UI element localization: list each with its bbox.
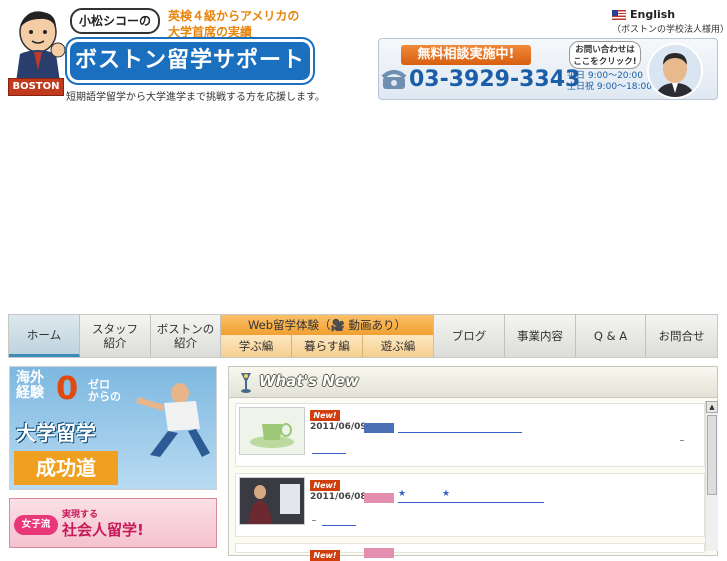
news-thumbnail — [239, 407, 305, 455]
nav-web-live[interactable]: 暮らす編 — [292, 335, 363, 357]
news-category-tag — [364, 493, 394, 503]
english-link[interactable]: English — [612, 8, 675, 21]
star-icon: ★ — [442, 489, 451, 499]
site-logo[interactable]: BOSTON 小松シコーの 英検４級からアメリカの 大学首席の実績 ボストン留学… — [8, 6, 328, 103]
women-study-banner[interactable]: 女子流 実現する 社会人留学! — [9, 498, 217, 548]
nav-business-label: 事業内容 — [517, 329, 563, 343]
women-tag: 女子流 — [14, 515, 58, 535]
nav-home-label: ホーム — [26, 327, 62, 342]
nav-home[interactable]: ホーム — [9, 315, 80, 357]
news-more-link[interactable] — [312, 452, 346, 454]
phone-number: 03-3929-3343 — [409, 67, 581, 92]
new-badge: New! — [310, 550, 340, 561]
lamp-icon — [241, 373, 251, 393]
women-banner-text: 社会人留学! — [62, 521, 144, 539]
news-category-tag — [364, 548, 394, 558]
weekday-hours: 平日 9:00〜20:00 — [567, 71, 644, 81]
scroll-thumb[interactable] — [707, 415, 717, 495]
contact-prompt-line-1: お問い合わせは — [575, 45, 635, 55]
tagline-line-1: 英検４級からアメリカの — [168, 9, 300, 23]
us-flag-icon — [612, 10, 626, 20]
brand-name: ボストン留学サポート — [70, 42, 310, 80]
nav-contact-label: お問合せ — [658, 329, 705, 343]
nav-qa[interactable]: Q & A — [576, 315, 646, 357]
news-link[interactable] — [398, 422, 522, 433]
free-consult-label: 無料相談実施中! — [401, 45, 531, 65]
contact-prompt-bubble: お問い合わせは ここをクリック! — [569, 41, 641, 69]
news-link[interactable]: ★ ★ — [398, 489, 544, 503]
new-badge: New! — [310, 410, 340, 421]
main-nav: ホーム スタッフ 紹介 ボストンの 紹介 Web留学体験（🎥 動画あり） 学ぶ編 暮… — [8, 314, 718, 358]
nav-web-play[interactable]: 遊ぶ編 — [363, 335, 433, 357]
scroll-up-icon[interactable]: ▲ — [706, 401, 718, 413]
consultation-banner[interactable]: 無料相談実施中! 03-3929-3343 平日 9:00〜20:00 土日祝 … — [378, 38, 718, 100]
speech-bubble: 小松シコーの — [70, 8, 160, 34]
tagline-line-2: 大学首席の実績 — [168, 25, 253, 39]
banner-university-study: 大学留学 — [16, 421, 96, 445]
banner-overseas-text: 海外 経験 — [16, 370, 44, 401]
nav-web-learn[interactable]: 学ぶ編 — [221, 335, 292, 357]
news-item[interactable]: New! 2011/06/08 ★ ★ — [235, 473, 705, 537]
nav-staff-label: スタッフ 紹介 — [92, 322, 138, 350]
nav-boston[interactable]: ボストンの 紹介 — [151, 315, 221, 357]
nav-boston-label: ボストンの 紹介 — [156, 322, 215, 350]
nav-business[interactable]: 事業内容 — [505, 315, 576, 357]
nav-web-experience: Web留学体験（🎥 動画あり） 学ぶ編 暮らす編 遊ぶ編 — [221, 315, 434, 357]
nav-blog-label: ブログ — [451, 329, 487, 343]
nav-blog[interactable]: ブログ — [434, 315, 505, 357]
banner-kara-text: ゼロ からの — [88, 378, 121, 403]
whats-new-header: What's New — [229, 367, 717, 398]
news-item[interactable]: New! 2011/06/09 — [235, 403, 705, 467]
nav-contact[interactable]: お問合せ — [646, 315, 717, 357]
mascot-icon — [16, 11, 66, 82]
new-badge: New! — [310, 480, 340, 491]
news-list: New! 2011/06/09 New! 2011/06/08 ★ ★ New! — [235, 403, 705, 561]
study-abroad-banner[interactable]: 海外 経験 0 ゼロ からの 大学留学 成功道 — [9, 366, 217, 490]
whats-new-title: What's New — [259, 372, 359, 390]
news-scrollbar[interactable]: ▲ — [705, 401, 718, 551]
news-more-link[interactable] — [322, 524, 356, 526]
banner-success-path: 成功道 — [14, 451, 118, 485]
weekend-hours: 土日祝 9:00〜18:00 — [567, 82, 653, 92]
star-icon: ★ — [398, 489, 407, 499]
news-category-tag — [364, 423, 394, 433]
news-ellipsis — [680, 440, 684, 441]
staff-photo — [647, 43, 703, 99]
jumping-person-illustration — [136, 383, 210, 457]
nav-web-experience-head[interactable]: Web留学体験（🎥 動画あり） — [221, 315, 433, 335]
whats-new-panel: What's New New! 2011/06/09 New! 2011/06/… — [228, 366, 718, 561]
banner-zero: 0 — [56, 369, 79, 407]
english-link-label: English — [630, 8, 676, 21]
news-ellipsis — [312, 520, 316, 521]
contact-prompt-line-2: ここをクリック! — [573, 57, 637, 67]
phone-icon — [381, 70, 407, 89]
news-thumbnail — [239, 477, 305, 525]
news-date: 2011/06/08 — [310, 492, 367, 502]
nav-staff[interactable]: スタッフ 紹介 — [80, 315, 151, 357]
business-hours: 平日 9:00〜20:00 土日祝 9:00〜18:00 — [567, 71, 652, 93]
tagline: 英検４級からアメリカの 大学首席の実績 — [168, 8, 328, 40]
nav-qa-label: Q & A — [593, 329, 628, 343]
boston-tag: BOSTON — [8, 78, 64, 96]
site-subtitle: 短期語学留学から大学進学まで挑戦する方を応援します。 — [66, 92, 325, 103]
english-note: （ボストンの学校法人様用） — [612, 25, 727, 35]
news-date: 2011/06/09 — [310, 422, 367, 432]
